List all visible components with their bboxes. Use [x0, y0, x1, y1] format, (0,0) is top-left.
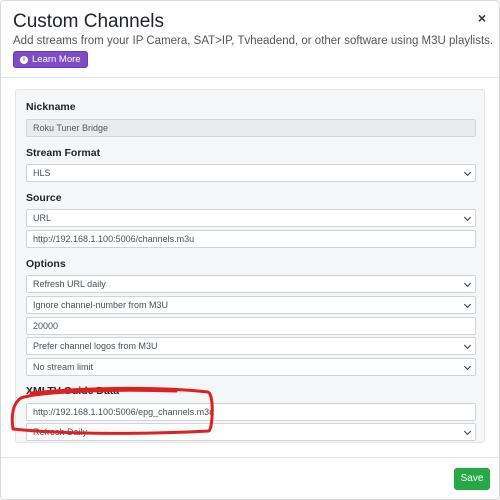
- channel-number-select[interactable]: Ignore channel-number from M3U: [26, 296, 476, 314]
- nickname-field[interactable]: Roku Tuner Bridge: [26, 119, 476, 137]
- footer-divider: [1, 457, 499, 458]
- header-divider: [1, 77, 499, 78]
- stream-format-label: Stream Format: [26, 147, 101, 159]
- learn-more-label: Learn More: [32, 54, 81, 65]
- xmltv-refresh-select[interactable]: Refresh Daily: [26, 423, 476, 441]
- info-circle-icon: i: [20, 55, 28, 64]
- options-label: Options: [26, 258, 66, 270]
- learn-more-button[interactable]: i Learn More: [13, 51, 88, 68]
- modal-subtitle: Add streams from your IP Camera, SAT>IP,…: [13, 35, 494, 47]
- modal-title: Custom Channels: [13, 11, 165, 32]
- source-type-select[interactable]: URL: [26, 209, 476, 227]
- custom-channels-modal: Custom Channels × Add streams from your …: [0, 0, 500, 500]
- xmltv-url-input[interactable]: http://192.168.1.100:5006/epg_channels.m…: [26, 403, 476, 421]
- nickname-label: Nickname: [26, 101, 76, 113]
- xmltv-label: XMLTV Guide Data: [26, 385, 120, 397]
- source-label: Source: [26, 192, 62, 204]
- close-icon[interactable]: ×: [475, 11, 489, 25]
- stream-limit-select[interactable]: No stream limit: [26, 358, 476, 376]
- start-number-input[interactable]: 20000: [26, 317, 476, 335]
- save-button[interactable]: Save: [454, 468, 490, 490]
- source-url-input[interactable]: http://192.168.1.100:5006/channels.m3u: [26, 230, 476, 248]
- stream-format-select[interactable]: HLS: [26, 164, 476, 182]
- channel-logos-select[interactable]: Prefer channel logos from M3U: [26, 337, 476, 355]
- refresh-url-select[interactable]: Refresh URL daily: [26, 275, 476, 293]
